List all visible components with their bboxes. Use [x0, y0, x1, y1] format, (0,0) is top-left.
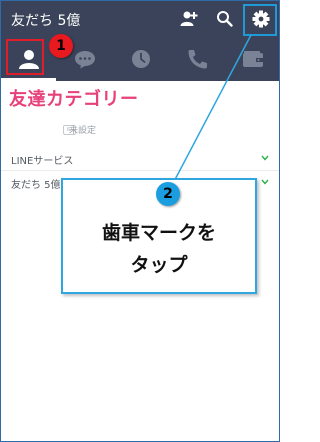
step-2-badge: 2 [156, 182, 180, 206]
callout-text-line1: 歯車マークを [101, 222, 216, 244]
app-window: 友だち 5億 ID 未設定 LINEサービス 友だち 5億 1 友達カテゴリー … [0, 0, 280, 442]
callout-text-line2: タップ [130, 254, 188, 276]
